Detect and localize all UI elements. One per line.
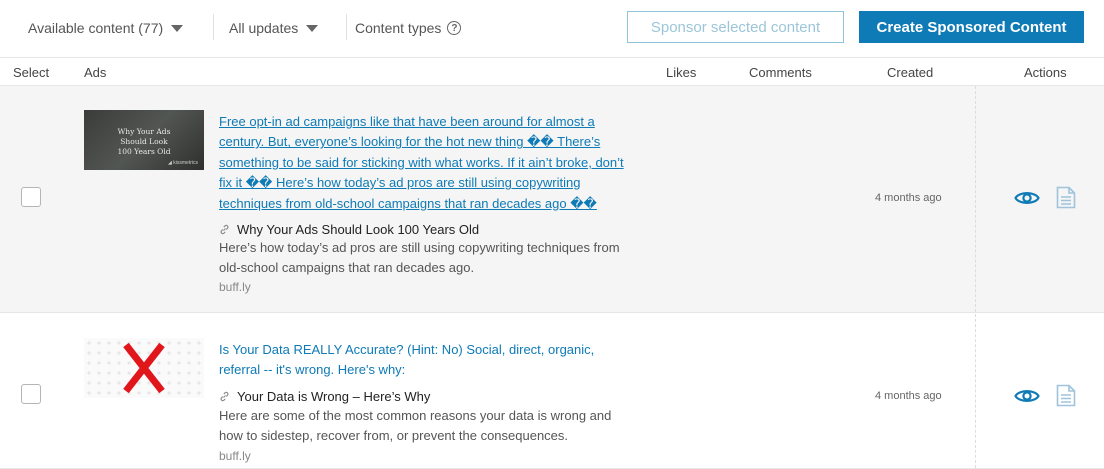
created-date: 4 months ago xyxy=(875,390,942,402)
available-content-label: Available content (77) xyxy=(28,20,164,36)
divider xyxy=(346,14,347,40)
link-preview-description: Here are some of the most common reasons… xyxy=(219,408,612,443)
link-preview-title: Why Your Ads Should Look 100 Years Old xyxy=(219,222,479,237)
ad-thumbnail[interactable] xyxy=(84,338,204,398)
row-select-checkbox[interactable] xyxy=(21,187,41,207)
eye-icon[interactable] xyxy=(1014,387,1040,405)
thumbnail-brand: ◢ kissmetrics xyxy=(168,160,198,166)
column-header-actions: Actions xyxy=(1024,65,1067,80)
chevron-down-icon xyxy=(171,25,184,32)
divider xyxy=(213,14,214,40)
link-title-text: Your Data is Wrong – Here’s Why xyxy=(237,389,431,404)
link-preview-title: Your Data is Wrong – Here’s Why xyxy=(219,389,430,404)
link-domain: buff.ly xyxy=(219,280,251,294)
link-domain: buff.ly xyxy=(219,449,251,463)
table-header: Select Ads Likes Comments Created Action… xyxy=(0,58,1104,86)
column-header-comments[interactable]: Comments xyxy=(749,65,812,80)
create-sponsored-content-button[interactable]: Create Sponsored Content xyxy=(859,11,1084,43)
table-row: Why Your Ads Should Look 100 Years Old ◢… xyxy=(0,86,1104,313)
document-icon[interactable] xyxy=(1056,186,1076,209)
column-header-likes[interactable]: Likes xyxy=(666,65,696,80)
link-title-text: Why Your Ads Should Look 100 Years Old xyxy=(237,222,480,237)
column-divider xyxy=(975,314,976,468)
chevron-down-icon xyxy=(306,25,319,32)
available-content-filter[interactable]: Available content (77) xyxy=(28,18,184,38)
column-header-select: Select xyxy=(13,65,50,80)
sponsor-selected-button[interactable]: Sponsor selected content xyxy=(627,11,844,43)
content-types-label: Content types xyxy=(355,20,442,36)
updates-filter-label: All updates xyxy=(229,20,299,36)
column-divider xyxy=(975,86,976,312)
content-types-filter[interactable]: Content types ? xyxy=(355,18,462,38)
link-preview-description: Here’s how today’s ad pros are still usi… xyxy=(219,240,620,275)
document-icon[interactable] xyxy=(1056,384,1076,407)
toolbar: Available content (77) All updates Conte… xyxy=(0,0,1104,58)
post-text-link[interactable]: Is Your Data REALLY Accurate? (Hint: No)… xyxy=(219,340,639,381)
x-mark-icon xyxy=(123,342,165,394)
updates-filter[interactable]: All updates xyxy=(229,18,319,38)
post-text-link[interactable]: Free opt-in ad campaigns like that have … xyxy=(219,112,639,214)
thumbnail-caption: Why Your Ads Should Look 100 Years Old xyxy=(117,127,171,156)
created-date: 4 months ago xyxy=(875,192,942,204)
link-icon xyxy=(220,391,229,402)
link-icon xyxy=(220,224,229,235)
column-header-ads: Ads xyxy=(84,65,107,80)
column-header-created[interactable]: Created xyxy=(887,65,933,80)
table-row: Is Your Data REALLY Accurate? (Hint: No)… xyxy=(0,314,1104,469)
help-icon[interactable]: ? xyxy=(447,21,462,35)
ad-thumbnail[interactable]: Why Your Ads Should Look 100 Years Old ◢… xyxy=(84,110,204,170)
row-select-checkbox[interactable] xyxy=(21,384,41,404)
eye-icon[interactable] xyxy=(1014,189,1040,207)
